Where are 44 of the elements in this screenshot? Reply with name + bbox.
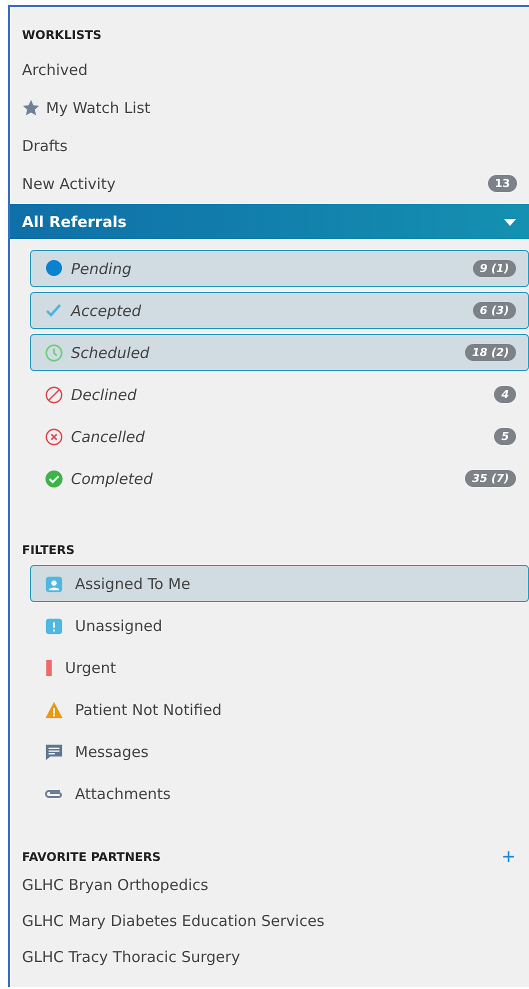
partner-item[interactable]: GLHC Mary Diabetes Education Services: [10, 903, 529, 939]
count-badge: 5: [494, 428, 516, 445]
filter-item[interactable]: Messages: [30, 733, 529, 770]
cancel-icon: [45, 428, 63, 446]
section-heading: FILTERS: [22, 543, 75, 557]
message-icon: [45, 742, 63, 760]
filter-item[interactable]: Assigned To Me: [30, 565, 529, 602]
filter-item[interactable]: Unassigned: [30, 607, 529, 644]
star-icon: [22, 98, 40, 116]
clock-icon: [45, 344, 63, 362]
worklist-item[interactable]: Drafts: [10, 128, 529, 163]
partner-item[interactable]: GLHC Bryan Orthopedics: [10, 867, 529, 903]
badge-person-icon: [45, 574, 63, 592]
status-item[interactable]: Scheduled 18 (2): [30, 334, 529, 371]
paperclip-icon: [45, 788, 63, 798]
section-heading: WORKLISTS: [22, 28, 102, 42]
worklist-item[interactable]: All Referrals: [10, 204, 529, 239]
status-item[interactable]: Pending 9 (1): [30, 250, 529, 287]
count-badge: 13: [488, 175, 517, 192]
filter-item[interactable]: Patient Not Notified: [30, 691, 529, 728]
count-badge: 35 (7): [465, 470, 516, 487]
section-heading: FAVORITE PARTNERS: [22, 850, 161, 864]
status-item[interactable]: Accepted 6 (3): [30, 292, 529, 329]
dot-icon: [45, 260, 63, 278]
status-item[interactable]: Declined 4: [30, 376, 529, 413]
count-badge: 6 (3): [472, 302, 516, 319]
partner-item[interactable]: GLHC Tracy Thoracic Surgery: [10, 939, 529, 975]
badge-alert-icon: [45, 616, 63, 634]
worklist-item[interactable]: My Watch List: [10, 90, 529, 125]
count-badge: 18 (2): [465, 344, 516, 361]
worklist-item[interactable]: New Activity 13: [10, 166, 529, 201]
status-item[interactable]: Completed 35 (7): [30, 460, 529, 497]
check-icon: [45, 302, 63, 320]
count-badge: 4: [494, 386, 516, 403]
check-circle-icon: [45, 470, 63, 488]
prohibited-icon: [45, 386, 63, 404]
bar-icon: [45, 658, 53, 676]
filter-item[interactable]: Attachments: [30, 775, 529, 812]
worklist-item[interactable]: Archived: [10, 52, 529, 87]
count-badge: 9 (1): [472, 260, 516, 277]
caret-icon[interactable]: [503, 216, 517, 226]
warning-icon: [45, 700, 63, 718]
filter-item[interactable]: Urgent: [30, 649, 529, 686]
status-item[interactable]: Cancelled 5: [30, 418, 529, 455]
